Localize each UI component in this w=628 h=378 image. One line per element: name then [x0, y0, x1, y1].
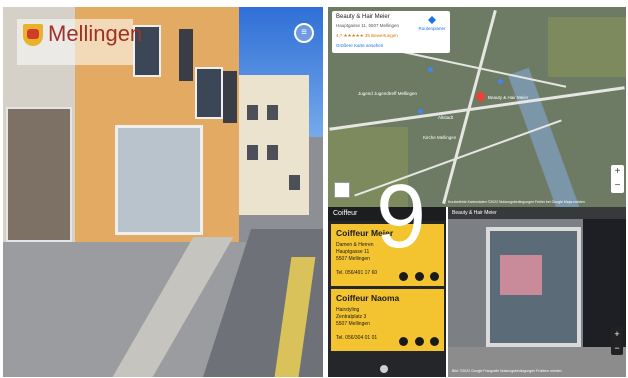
- route-planner-label: Routenplaner: [418, 26, 446, 31]
- streetview-zoom-control[interactable]: + −: [611, 327, 623, 355]
- river: [508, 67, 580, 207]
- place-rating[interactable]: 4,7 ★★★★★ 35 Bewertungen: [336, 33, 398, 39]
- logo-text: Mellingen: [48, 21, 143, 46]
- location-icon[interactable]: [430, 337, 439, 346]
- window-display: [500, 255, 542, 295]
- entry-line: 5507 Mellingen: [336, 321, 370, 327]
- globe-icon[interactable]: [399, 272, 409, 281]
- mail-icon[interactable]: [414, 337, 424, 346]
- directions-icon: [428, 16, 436, 24]
- entry-line: 5507 Mellingen: [336, 256, 370, 262]
- street-view-thumbnail[interactable]: Beauty & Hair Meier + − Bild: ©2022 Goog…: [448, 207, 626, 377]
- building-right: [239, 75, 309, 215]
- entry-line: Zentralplatz 3: [336, 314, 367, 320]
- poi-icon[interactable]: [418, 109, 423, 114]
- route-planner-button[interactable]: Routenplaner: [418, 16, 446, 31]
- mail-icon[interactable]: [414, 272, 424, 281]
- map-layer-toggle[interactable]: [334, 182, 350, 198]
- window-shutter: [223, 71, 237, 123]
- location-icon[interactable]: [430, 272, 439, 281]
- place-title: Beauty & Hair Meier: [336, 14, 390, 20]
- map-footer: Kurzbefehle Kartendaten ©2022 Nutzungsbe…: [448, 200, 585, 204]
- zoom-out-icon[interactable]: −: [611, 341, 623, 355]
- entry-name: Coiffeur Naoma: [336, 293, 400, 303]
- globe-icon[interactable]: [399, 337, 409, 346]
- streetview-header: Beauty & Hair Meier: [448, 207, 626, 219]
- entry-phone[interactable]: Tel. 056/304 01 01: [336, 335, 377, 341]
- place-card[interactable]: Beauty & Hair Meier Hauptgasse 11, 5507 …: [332, 11, 450, 53]
- shop-window-left: [6, 107, 72, 242]
- upper-window: [195, 67, 223, 119]
- entry-phone[interactable]: Tel. 056/491 17 60: [336, 270, 377, 276]
- map-label: Altstadt: [438, 115, 454, 120]
- streetview-footer: Bild: ©2022 Google Fotografie Nutzungsbe…: [452, 369, 562, 373]
- map-panel[interactable]: Beauty & Hair Meier Jugend Jugendtreff M…: [328, 7, 626, 207]
- directory-title: Coiffeur: [333, 210, 358, 217]
- shop-window: [115, 125, 203, 235]
- poi-icon[interactable]: [498, 79, 503, 84]
- entry-line: Damen & Herren: [336, 242, 374, 248]
- zoom-in-icon[interactable]: +: [611, 327, 623, 341]
- coat-of-arms-icon: [23, 24, 43, 46]
- larger-map-link[interactable]: Größere Karte ansehen: [336, 43, 383, 48]
- map-zoom-control[interactable]: + −: [611, 165, 624, 193]
- map-label: Beauty & Hair Meier: [488, 95, 529, 100]
- zoom-in-icon[interactable]: +: [611, 165, 624, 179]
- entry-line: Hairstyling: [336, 307, 360, 313]
- poi-icon[interactable]: [428, 67, 433, 72]
- street-view-main[interactable]: Mellingen ≡: [3, 7, 323, 377]
- map-pin-icon[interactable]: [474, 90, 487, 103]
- map-label: Jugend Jugendtreff Mellingen: [358, 91, 417, 96]
- place-address: Hauptgasse 11, 5507 Mellingen: [336, 23, 399, 28]
- streetview-title: Beauty & Hair Meier: [452, 210, 497, 216]
- entry-line: Hauptgasse 11: [336, 249, 370, 255]
- window-shutter: [179, 29, 193, 81]
- zoom-out-icon[interactable]: −: [611, 179, 624, 193]
- scroll-down-icon[interactable]: [380, 365, 388, 373]
- map-label: Kirche Mellingen: [423, 135, 457, 140]
- directory-entry[interactable]: Coiffeur Naoma Hairstyling Zentralplatz …: [331, 289, 444, 351]
- overlay-number: 9: [376, 167, 427, 267]
- map-road: [389, 48, 567, 88]
- map-field: [548, 17, 626, 77]
- hamburger-icon[interactable]: ≡: [294, 23, 314, 43]
